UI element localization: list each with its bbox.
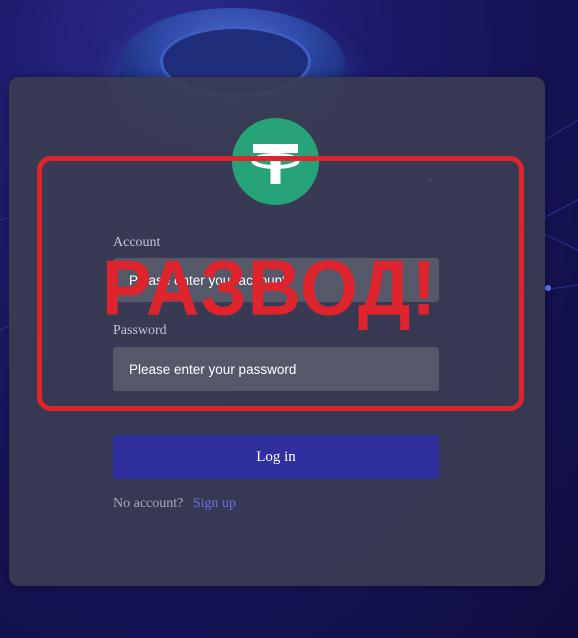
account-input[interactable] bbox=[113, 258, 439, 302]
signup-prompt: No account? Sign up bbox=[113, 496, 236, 512]
signup-link[interactable]: Sign up bbox=[193, 496, 236, 511]
password-input[interactable] bbox=[113, 347, 439, 391]
no-account-text: No account? bbox=[113, 496, 184, 511]
account-label: Account bbox=[113, 235, 161, 250]
tether-logo-icon bbox=[232, 118, 319, 205]
tether-logo-glyph bbox=[251, 144, 300, 184]
password-label: Password bbox=[113, 323, 167, 338]
login-button[interactable]: Log in bbox=[113, 435, 439, 479]
